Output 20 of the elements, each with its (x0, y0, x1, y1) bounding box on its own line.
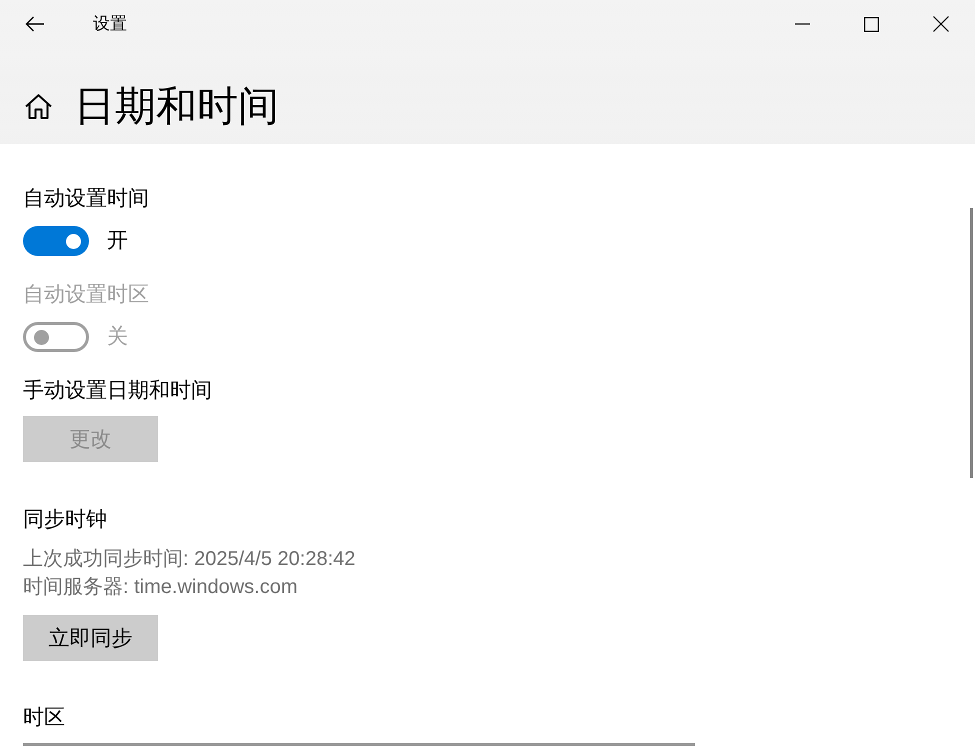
close-icon (932, 16, 948, 32)
info-text: 上次成功同步时间: 2025/4/5 20:28:42 (23, 547, 356, 572)
setting-label: 自动设置时区 (23, 282, 149, 308)
home-icon[interactable] (25, 94, 52, 118)
setting-label: 手动设置日期和时间 (23, 378, 212, 404)
toggle-switch[interactable] (23, 226, 89, 256)
setting-label: 自动设置时间 (23, 186, 149, 212)
setting-label: 同步时钟 (23, 507, 107, 533)
scrollbar-thumb[interactable] (970, 208, 973, 478)
toggle-state-text: 关 (107, 324, 128, 350)
toggle-state-text: 开 (107, 228, 128, 254)
page-title: 日期和时间 (74, 82, 279, 130)
setting-label: 时区 (23, 705, 65, 731)
back-arrow-icon (25, 16, 45, 32)
maximize-icon (864, 16, 879, 32)
sync-now-button[interactable]: 立即同步 (23, 615, 158, 661)
minimize-icon (795, 23, 810, 25)
dropdown-field[interactable] (23, 743, 695, 746)
info-text: 时间服务器: time.windows.com (23, 575, 298, 600)
window-title: 设置 (93, 13, 127, 35)
